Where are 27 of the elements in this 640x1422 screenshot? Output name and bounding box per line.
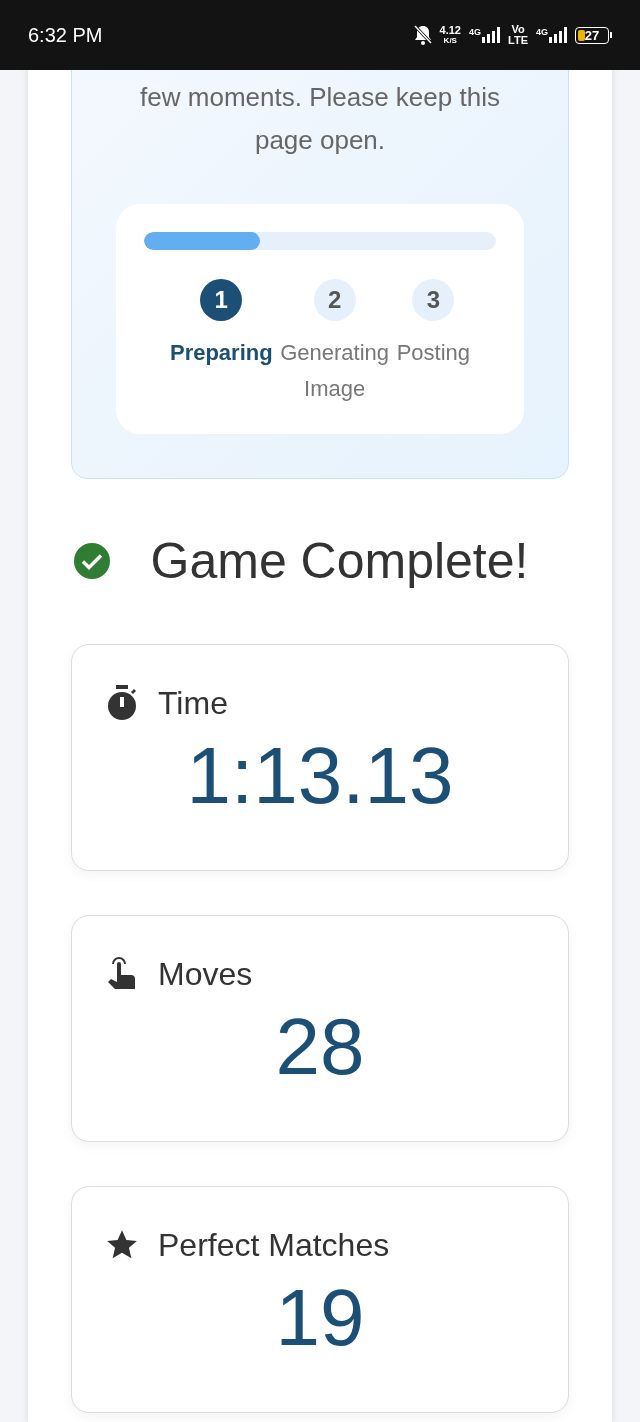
stat-label: Time (158, 684, 228, 723)
network-speed: 4.12 (439, 25, 461, 36)
stat-label: Moves (158, 955, 253, 994)
clock-time: 6:32 PM (28, 23, 103, 47)
page-heading: Game Complete! (149, 532, 530, 591)
signal-icon (482, 27, 500, 43)
stat-value: 19 (275, 1273, 365, 1362)
bell-muted-icon (413, 25, 432, 45)
battery-icon: 27 (575, 26, 609, 44)
step-label: Generating Image (279, 339, 391, 403)
volte-label: LTE (508, 35, 528, 46)
network-type: 4G (536, 27, 548, 37)
stat-value: 1:13.13 (186, 731, 454, 820)
check-circle-icon (74, 543, 110, 579)
step-label: Preparing (169, 339, 273, 367)
speed-unit: K/S (443, 36, 457, 45)
step-number: 1 (200, 279, 243, 321)
stat-value: 28 (275, 1002, 365, 1091)
step-number: 3 (412, 279, 455, 321)
stopwatch-icon (105, 685, 139, 721)
processing-message: few moments. Please keep this page open. (139, 81, 501, 157)
step-number: 2 (313, 279, 356, 321)
network-type: 4G (469, 27, 481, 37)
volte-label: Vo (511, 24, 525, 35)
stat-label: Perfect Matches (158, 1226, 390, 1265)
step-label: Posting (396, 339, 471, 367)
signal-icon (549, 27, 567, 43)
